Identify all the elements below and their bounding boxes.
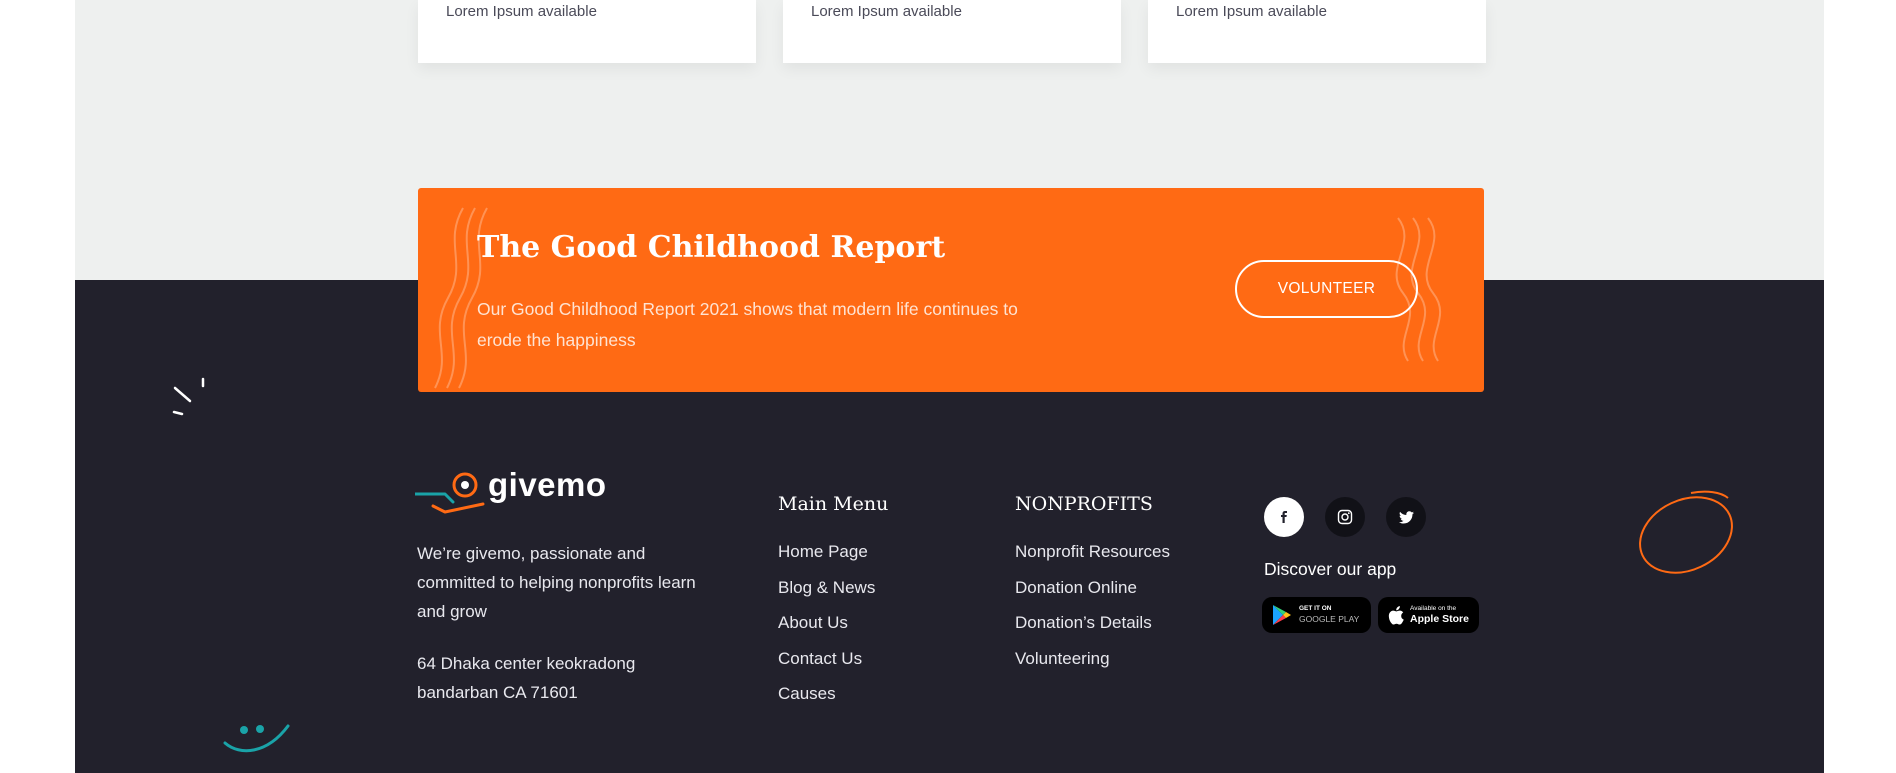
card-text: Lorem Ipsum available — [1176, 3, 1327, 20]
twitter-icon — [1398, 510, 1414, 523]
google-play-icon — [1273, 605, 1291, 625]
menu-link-causes[interactable]: Causes — [778, 679, 875, 715]
google-play-big: GOOGLE PLAY — [1299, 614, 1360, 624]
menu-link-home[interactable]: Home Page — [778, 537, 875, 573]
google-play-small: GET IT ON — [1299, 605, 1332, 612]
facebook-icon — [1281, 511, 1287, 523]
nonprofits-title: NONPROFITS — [1015, 493, 1153, 515]
address: 64 Dhaka center keokradong bandarban CA … — [417, 649, 697, 707]
cause-card[interactable]: Lorem Ipsum available — [1148, 0, 1486, 63]
card-text: Lorem Ipsum available — [446, 3, 597, 20]
main-menu-title: Main Menu — [778, 493, 889, 515]
instagram-icon — [1337, 509, 1353, 525]
volunteer-button[interactable]: VOLUNTEER — [1235, 260, 1418, 318]
nonprofit-link-resources[interactable]: Nonprofit Resources — [1015, 537, 1170, 573]
main-menu-list: Home Page Blog & News About Us Contact U… — [778, 537, 875, 715]
menu-link-blog[interactable]: Blog & News — [778, 573, 875, 609]
twitter-button[interactable] — [1386, 497, 1426, 537]
circle-scribble-icon — [1639, 490, 1733, 574]
banner-title: The Good Childhood Report — [477, 230, 946, 265]
apple-store-small: Available on the — [1410, 605, 1457, 612]
nonprofit-link-donation-details[interactable]: Donation’s Details — [1015, 608, 1170, 644]
brand-name[interactable]: givemo — [488, 466, 607, 504]
about-text: We’re givemo, passionate and committed t… — [417, 544, 696, 621]
nonprofit-link-donation-online[interactable]: Donation Online — [1015, 573, 1170, 609]
apple-icon — [1388, 605, 1404, 625]
menu-link-about[interactable]: About Us — [778, 608, 875, 644]
banner-description: Our Good Childhood Report 2021 shows tha… — [477, 299, 1018, 350]
menu-link-contact[interactable]: Contact Us — [778, 644, 875, 680]
apple-store-big: Apple Store — [1410, 613, 1469, 625]
facebook-button[interactable] — [1264, 497, 1304, 537]
google-play-button[interactable]: GET IT ON GOOGLE PLAY — [1262, 597, 1371, 633]
address-line: bandarban CA 71601 — [417, 683, 578, 702]
nonprofits-list: Nonprofit Resources Donation Online Dona… — [1015, 537, 1170, 679]
instagram-button[interactable] — [1325, 497, 1365, 537]
nonprofit-link-volunteering[interactable]: Volunteering — [1015, 644, 1170, 680]
card-text: Lorem Ipsum available — [811, 3, 962, 20]
cause-card[interactable]: Lorem Ipsum available — [783, 0, 1121, 63]
page: Lorem Ipsum available Lorem Ipsum availa… — [0, 0, 1896, 773]
report-banner: The Good Childhood Report Our Good Child… — [418, 188, 1484, 392]
cause-card[interactable]: Lorem Ipsum available — [418, 0, 756, 63]
apple-store-button[interactable]: Available on the Apple Store — [1378, 597, 1479, 633]
address-line: 64 Dhaka center keokradong — [417, 654, 636, 673]
sparkle-icon — [172, 377, 205, 416]
discover-app-label: Discover our app — [1264, 559, 1397, 579]
smiley-icon — [223, 724, 290, 753]
